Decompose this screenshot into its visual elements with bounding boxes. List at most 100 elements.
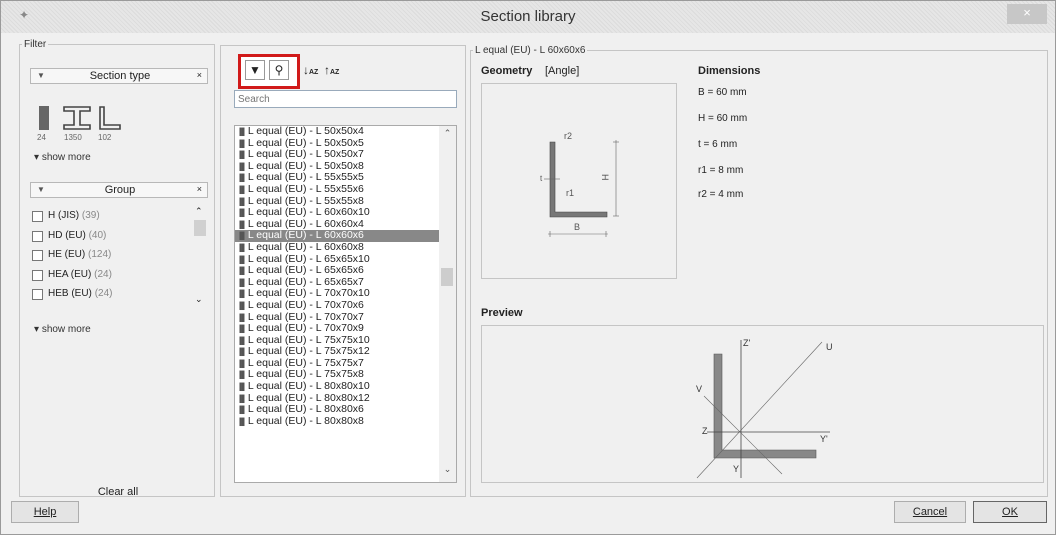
scroll-down-icon[interactable]: ⌄ — [195, 294, 203, 305]
section-item-icon: ▐▌ — [237, 175, 247, 183]
ok-button[interactable]: OK — [973, 501, 1047, 523]
section-type-clear-icon[interactable]: × — [197, 70, 202, 80]
b-label: B — [574, 222, 580, 232]
list-item-label: L equal (EU) - L 60x60x6 — [247, 229, 364, 242]
show-more-groups[interactable]: ▾ show more — [34, 324, 91, 335]
angle-count: 102 — [98, 133, 112, 142]
axis-v-label: V — [696, 384, 702, 394]
axis-z-prime-label: Z' — [743, 338, 750, 348]
group-count: (24) — [94, 288, 113, 299]
section-item-icon: ▐▌ — [237, 395, 247, 403]
i-beam-section-icon[interactable] — [62, 105, 92, 134]
checkbox[interactable] — [32, 269, 43, 281]
angle-section-icon[interactable] — [98, 105, 122, 134]
detail-legend: L equal (EU) - L 60x60x6 — [475, 45, 586, 56]
checkbox[interactable] — [32, 211, 43, 222]
preview-drawing: Z' U V Z Y' Y — [481, 325, 1044, 483]
group-name: H (JIS) — [48, 210, 80, 221]
axis-y-label: Y — [733, 464, 739, 474]
section-item-icon: ▐▌ — [237, 186, 247, 194]
group-name: HD (EU) — [48, 229, 86, 241]
axis-y-prime-label: Y' — [820, 434, 828, 444]
list-item-label: L equal (EU) - L 80x80x10 — [247, 380, 370, 393]
t-label: t — [540, 174, 543, 183]
group-item[interactable]: HE (EU) (124) — [32, 247, 208, 267]
section-item-icon: ▐▌ — [237, 302, 247, 310]
section-list-rows: ▐▌L equal (EU) - L 50x50x4 ▐▌L equal (EU)… — [235, 126, 456, 427]
sort-descending-icon[interactable]: ↑AZ — [324, 63, 339, 77]
list-item-label: L equal (EU) - L 50x50x5 — [247, 136, 364, 149]
group-name: HEA (EU) — [48, 268, 92, 280]
filter-icon[interactable]: ▼ — [245, 60, 265, 80]
group-item[interactable]: HEB (EU) (24) — [32, 286, 208, 306]
group-scrollbar[interactable]: ⌃ ⌄ — [194, 206, 206, 310]
dimension-b: B = 60 mm — [698, 87, 747, 98]
dimension-h: H = 60 mm — [698, 113, 748, 124]
window-title: Section library — [480, 8, 576, 25]
scroll-up-icon[interactable]: ⌃ — [439, 128, 456, 139]
checkbox[interactable] — [32, 289, 43, 300]
dimension-r1: r1 = 8 mm — [698, 165, 744, 176]
h-label: H — [600, 174, 610, 181]
section-item-icon: ▐▌ — [237, 349, 247, 357]
list-scrollbar[interactable]: ⌃ ⌄ — [439, 126, 456, 482]
section-list[interactable]: ▐▌L equal (EU) - L 50x50x4 ▐▌L equal (EU)… — [234, 125, 457, 483]
geometry-title: Geometry — [481, 65, 533, 77]
list-item-label: L equal (EU) - L 75x75x12 — [247, 345, 370, 358]
help-button[interactable]: Help — [11, 501, 79, 523]
list-item-label: L equal (EU) - L 55x55x8 — [247, 194, 364, 207]
r2-label: r2 — [564, 131, 572, 141]
scroll-up-icon[interactable]: ⌃ — [195, 206, 203, 217]
scroll-thumb[interactable] — [194, 220, 206, 236]
search-icon[interactable]: ⚲ — [269, 60, 289, 80]
section-item-icon: ▐▌ — [237, 210, 247, 218]
list-item-label: L equal (EU) - L 70x70x6 — [247, 298, 364, 311]
section-item-icon: ▐▌ — [237, 279, 247, 287]
list-item-label: L equal (EU) - L 60x60x8 — [247, 240, 364, 253]
checkbox[interactable] — [32, 250, 43, 261]
scroll-thumb[interactable] — [441, 268, 453, 286]
checkbox[interactable] — [32, 230, 43, 242]
section-item-icon: ▐▌ — [237, 244, 247, 252]
section-type-label: Section type — [89, 70, 151, 82]
scroll-down-icon[interactable]: ⌄ — [439, 464, 456, 475]
group-item[interactable]: HD (EU) (40) — [32, 228, 208, 248]
list-item-label: L equal (EU) - L 50x50x7 — [247, 148, 364, 161]
list-item-label: L equal (EU) - L 75x75x7 — [247, 356, 364, 369]
close-button[interactable]: × — [1007, 4, 1047, 24]
group-count: (24) — [94, 268, 112, 280]
section-item-icon: ▐▌ — [237, 256, 247, 264]
section-item-icon: ▐▌ — [237, 326, 247, 334]
clear-all-link[interactable]: Clear all — [20, 486, 216, 498]
list-item-label: L equal (EU) - L 80x80x8 — [247, 414, 364, 427]
group-filter[interactable]: ▼ Group × — [30, 182, 208, 198]
section-type-filter[interactable]: ▼ Section type × — [30, 68, 208, 84]
section-item-icon: ▐▌ — [237, 221, 247, 229]
section-item-icon: ▐▌ — [237, 372, 247, 380]
group-clear-icon[interactable]: × — [197, 184, 202, 194]
sort-ascending-icon[interactable]: ↓AZ — [303, 63, 318, 77]
section-item-icon: ▐▌ — [237, 198, 247, 206]
list-item-label: L equal (EU) - L 60x60x10 — [247, 206, 370, 219]
list-item-label: L equal (EU) - L 65x65x7 — [247, 275, 364, 288]
list-item-label: L equal (EU) - L 60x60x4 — [247, 217, 364, 230]
title-bar: ✦ Section library × — [1, 1, 1055, 33]
filter-panel: Filter ▼ Section type × 24 1350 102 ▾ sh… — [19, 39, 216, 498]
search-input[interactable] — [234, 90, 457, 108]
list-item[interactable]: ▐▌L equal (EU) - L 80x80x8 — [235, 414, 456, 428]
section-item-icon: ▐▌ — [237, 407, 247, 415]
group-item[interactable]: H (JIS) (39) — [32, 208, 208, 228]
geometry-type: [Angle] — [545, 65, 580, 77]
i-beam-count: 1350 — [64, 133, 82, 142]
group-item[interactable]: HEA (EU) (24) — [32, 267, 208, 287]
section-item-icon: ▐▌ — [237, 291, 247, 299]
cancel-button-label: Cancel — [912, 506, 948, 518]
angle-geometry-svg: r2 r1 t H B — [540, 131, 619, 237]
geometry-drawing: r2 r1 t H B — [481, 83, 677, 279]
rectangle-section-icon[interactable] — [38, 105, 50, 134]
show-more-section-types[interactable]: ▾ show more — [34, 152, 91, 163]
list-item-label: L equal (EU) - L 70x70x10 — [247, 287, 370, 300]
list-item-label: L equal (EU) - L 50x50x4 — [247, 125, 364, 137]
list-item-label: L equal (EU) - L 70x70x9 — [247, 322, 364, 335]
cancel-button[interactable]: Cancel — [894, 501, 966, 523]
